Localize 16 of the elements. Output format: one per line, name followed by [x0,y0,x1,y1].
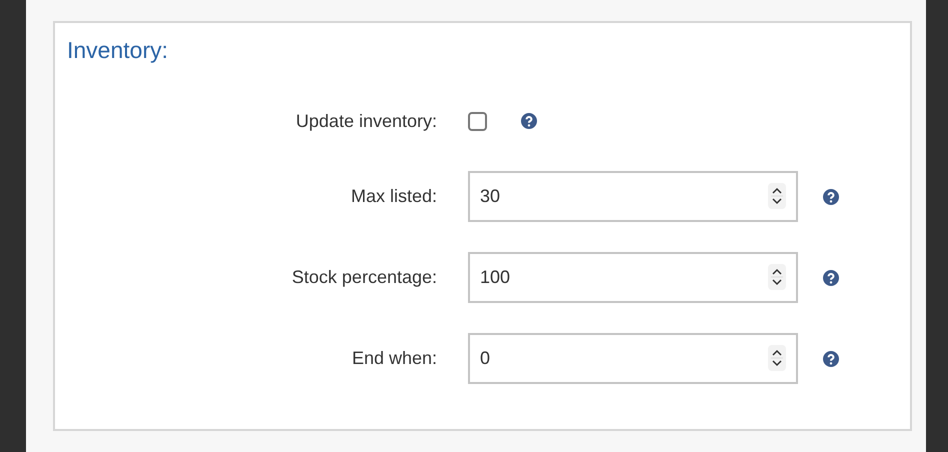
field-label: Stock percentage: [290,267,437,288]
spinner-icon[interactable] [768,183,786,209]
field-label: Max listed: [350,186,437,207]
panel-title: Inventory: [67,36,169,64]
number-field[interactable]: 0 [468,333,798,384]
spinner-icon[interactable] [768,264,786,290]
help-icon[interactable] [823,350,839,366]
spinner-icon[interactable] [768,345,786,371]
number-field[interactable]: 30 [468,171,798,222]
help-icon[interactable] [823,270,839,286]
checkbox[interactable] [468,112,487,130]
help-icon[interactable] [521,113,537,129]
number-field[interactable]: 100 [468,252,798,303]
field-label: Update inventory: [294,110,437,132]
field-label: End when: [350,348,437,369]
help-icon[interactable] [823,188,839,204]
